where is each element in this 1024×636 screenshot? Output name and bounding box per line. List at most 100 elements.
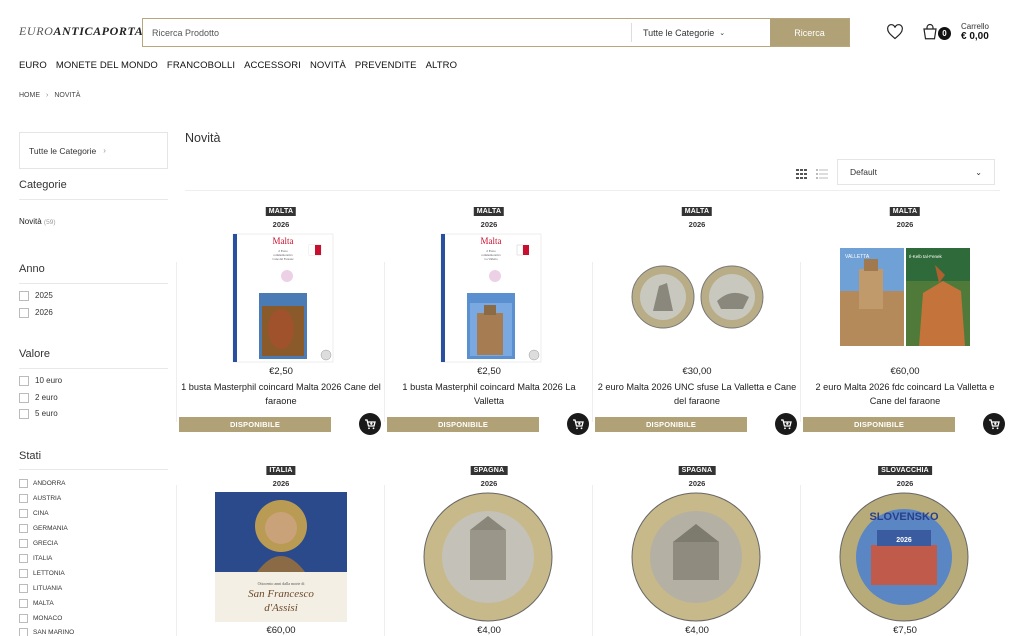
add-to-cart-button[interactable] (983, 413, 1005, 435)
product-image[interactable]: Malta 2 Euro commemorativo La Valletta (385, 231, 593, 367)
sidebar-item-count: (59) (43, 219, 56, 226)
filter-anno-2026[interactable]: 2026 (19, 307, 53, 318)
checkbox[interactable] (19, 614, 28, 623)
product-image[interactable] (593, 231, 801, 367)
country-badge: SPAGNA (470, 466, 508, 475)
filter-stato-san-marino[interactable]: SAN MARINO (19, 627, 74, 636)
product-image[interactable]: Malta 2 Euro commemorativo Cane del Fara… (177, 231, 385, 367)
breadcrumb-home[interactable]: HOME (19, 92, 40, 99)
sidebar-item-novita[interactable]: Novità (59) (19, 217, 55, 226)
checkbox[interactable] (19, 509, 28, 518)
filter-stato-germania[interactable]: GERMANIA (19, 523, 68, 534)
availability-button[interactable]: DISPONIBILE (179, 417, 331, 432)
heart-icon[interactable] (886, 24, 904, 40)
add-to-cart-button[interactable] (775, 413, 797, 435)
nav-item-euro[interactable]: EURO (19, 60, 47, 71)
checkbox[interactable] (19, 307, 29, 318)
product-name[interactable]: 2 euro Malta 2026 UNC sfuse La Valletta … (593, 380, 801, 408)
filter-stato-italia[interactable]: ITALIA (19, 553, 52, 564)
divider (19, 368, 168, 369)
filter-valore-10-euro[interactable]: 10 euro (19, 375, 62, 386)
nav-item-altro[interactable]: ALTRO (426, 60, 457, 71)
nav-item-accessori[interactable]: ACCESSORI (244, 60, 301, 71)
nav-item-prevendite[interactable]: PREVENDITE (355, 60, 417, 71)
checkbox[interactable] (19, 584, 28, 593)
filter-stato-lettonia[interactable]: LETTONIA (19, 568, 65, 579)
availability-button[interactable]: DISPONIBILE (387, 417, 539, 432)
filter-valore-2-euro[interactable]: 2 euro (19, 392, 58, 403)
checkbox[interactable] (19, 494, 28, 503)
filter-anno-title: Anno (19, 263, 45, 275)
checkbox[interactable] (19, 479, 28, 488)
checkbox[interactable] (19, 375, 29, 386)
add-to-cart-button[interactable] (359, 413, 381, 435)
filter-stati-title: Stati (19, 450, 42, 462)
search-input[interactable] (143, 19, 631, 46)
product-name[interactable]: 1 busta Masterphil coincard Malta 2026 L… (385, 380, 593, 408)
filter-label: LETTONIA (33, 570, 65, 577)
site-logo[interactable]: EUROANTICAPORTA (19, 24, 143, 39)
filter-label: 10 euro (35, 376, 63, 385)
nav-item-francobolli[interactable]: FRANCOBOLLI (167, 60, 235, 71)
divider (19, 469, 168, 470)
filter-stato-andorra[interactable]: ANDORRA (19, 478, 66, 489)
cart-summary[interactable]: Carrello € 0,00 (961, 22, 989, 42)
product-year: 2026 (480, 479, 498, 488)
image-caption: San Francesco (248, 588, 314, 600)
product-name[interactable]: 2 euro Malta 2026 fdc coincard La Vallet… (801, 380, 1009, 408)
product-year: 2026 (272, 479, 290, 488)
nav-item-monete-del-mondo[interactable]: MONETE DEL MONDO (56, 60, 158, 71)
product-image[interactable] (385, 490, 593, 626)
checkbox[interactable] (19, 290, 29, 301)
list-view-icon[interactable] (816, 169, 828, 179)
country-badge: MALTA (889, 207, 921, 216)
filter-label: 2 euro (35, 393, 58, 402)
nav-item-novita[interactable]: NOVITÀ (310, 60, 346, 71)
cart-icon[interactable] (921, 23, 939, 41)
sort-select[interactable]: Default ⌄ (837, 159, 995, 185)
search-category-select[interactable]: Tutte le Categorie ⌄ (631, 23, 770, 42)
filter-stato-lituania[interactable]: LITUANIA (19, 583, 62, 594)
product-image[interactable]: VALLETTA Il-Kelb tal-Fenek (801, 231, 1009, 367)
grid-view-icon[interactable] (796, 169, 807, 179)
filter-stato-malta[interactable]: MALTA (19, 598, 54, 609)
availability-button[interactable]: DISPONIBILE (803, 417, 955, 432)
sidebar-item-label: Novità (19, 217, 42, 226)
main-nav: EURO MONETE DEL MONDO FRANCOBOLLI ACCESS… (19, 60, 466, 71)
cart-count-badge: 0 (938, 27, 951, 40)
filter-valore-5-euro[interactable]: 5 euro (19, 408, 58, 419)
image-caption: Cane del Faraone (273, 257, 295, 261)
filter-anno-2025[interactable]: 2025 (19, 290, 53, 301)
checkbox[interactable] (19, 392, 29, 403)
filter-stato-grecia[interactable]: GRECIA (19, 538, 58, 549)
filter-stato-austria[interactable]: AUSTRIA (19, 493, 61, 504)
availability-button[interactable]: DISPONIBILE (595, 417, 747, 432)
checkbox[interactable] (19, 408, 29, 419)
sidebar-category-select[interactable]: Tutte le Categorie › (19, 132, 168, 169)
product-price: €30,00 (682, 366, 712, 377)
filter-label: GRECIA (33, 540, 58, 547)
product-price: €2,50 (269, 366, 293, 377)
add-to-cart-button[interactable] (567, 413, 589, 435)
filter-label: 2025 (35, 291, 53, 300)
logo-part-1: EURO (19, 24, 54, 38)
checkbox[interactable] (19, 569, 28, 578)
search-button[interactable]: Ricerca (770, 19, 849, 46)
product-price: €60,00 (890, 366, 920, 377)
chevron-down-icon: ⌄ (719, 29, 726, 37)
filter-stato-monaco[interactable]: MONACO (19, 613, 62, 624)
checkbox[interactable] (19, 554, 28, 563)
checkbox[interactable] (19, 599, 28, 608)
checkbox[interactable] (19, 524, 28, 533)
product-image[interactable] (593, 490, 801, 626)
product-year: 2026 (688, 220, 706, 229)
product-image[interactable]: Ottocento anni dalla morte di San France… (177, 490, 385, 626)
product-image[interactable]: SLOVENSKO 2026 (801, 490, 1009, 626)
product-year: 2026 (896, 479, 914, 488)
product-name[interactable]: 1 busta Masterphil coincard Malta 2026 C… (177, 380, 385, 408)
add-to-cart-icon (781, 419, 792, 430)
checkbox[interactable] (19, 628, 28, 636)
search-category-label: Tutte le Categorie (643, 27, 715, 38)
filter-stato-cina[interactable]: CINA (19, 508, 49, 519)
checkbox[interactable] (19, 539, 28, 548)
